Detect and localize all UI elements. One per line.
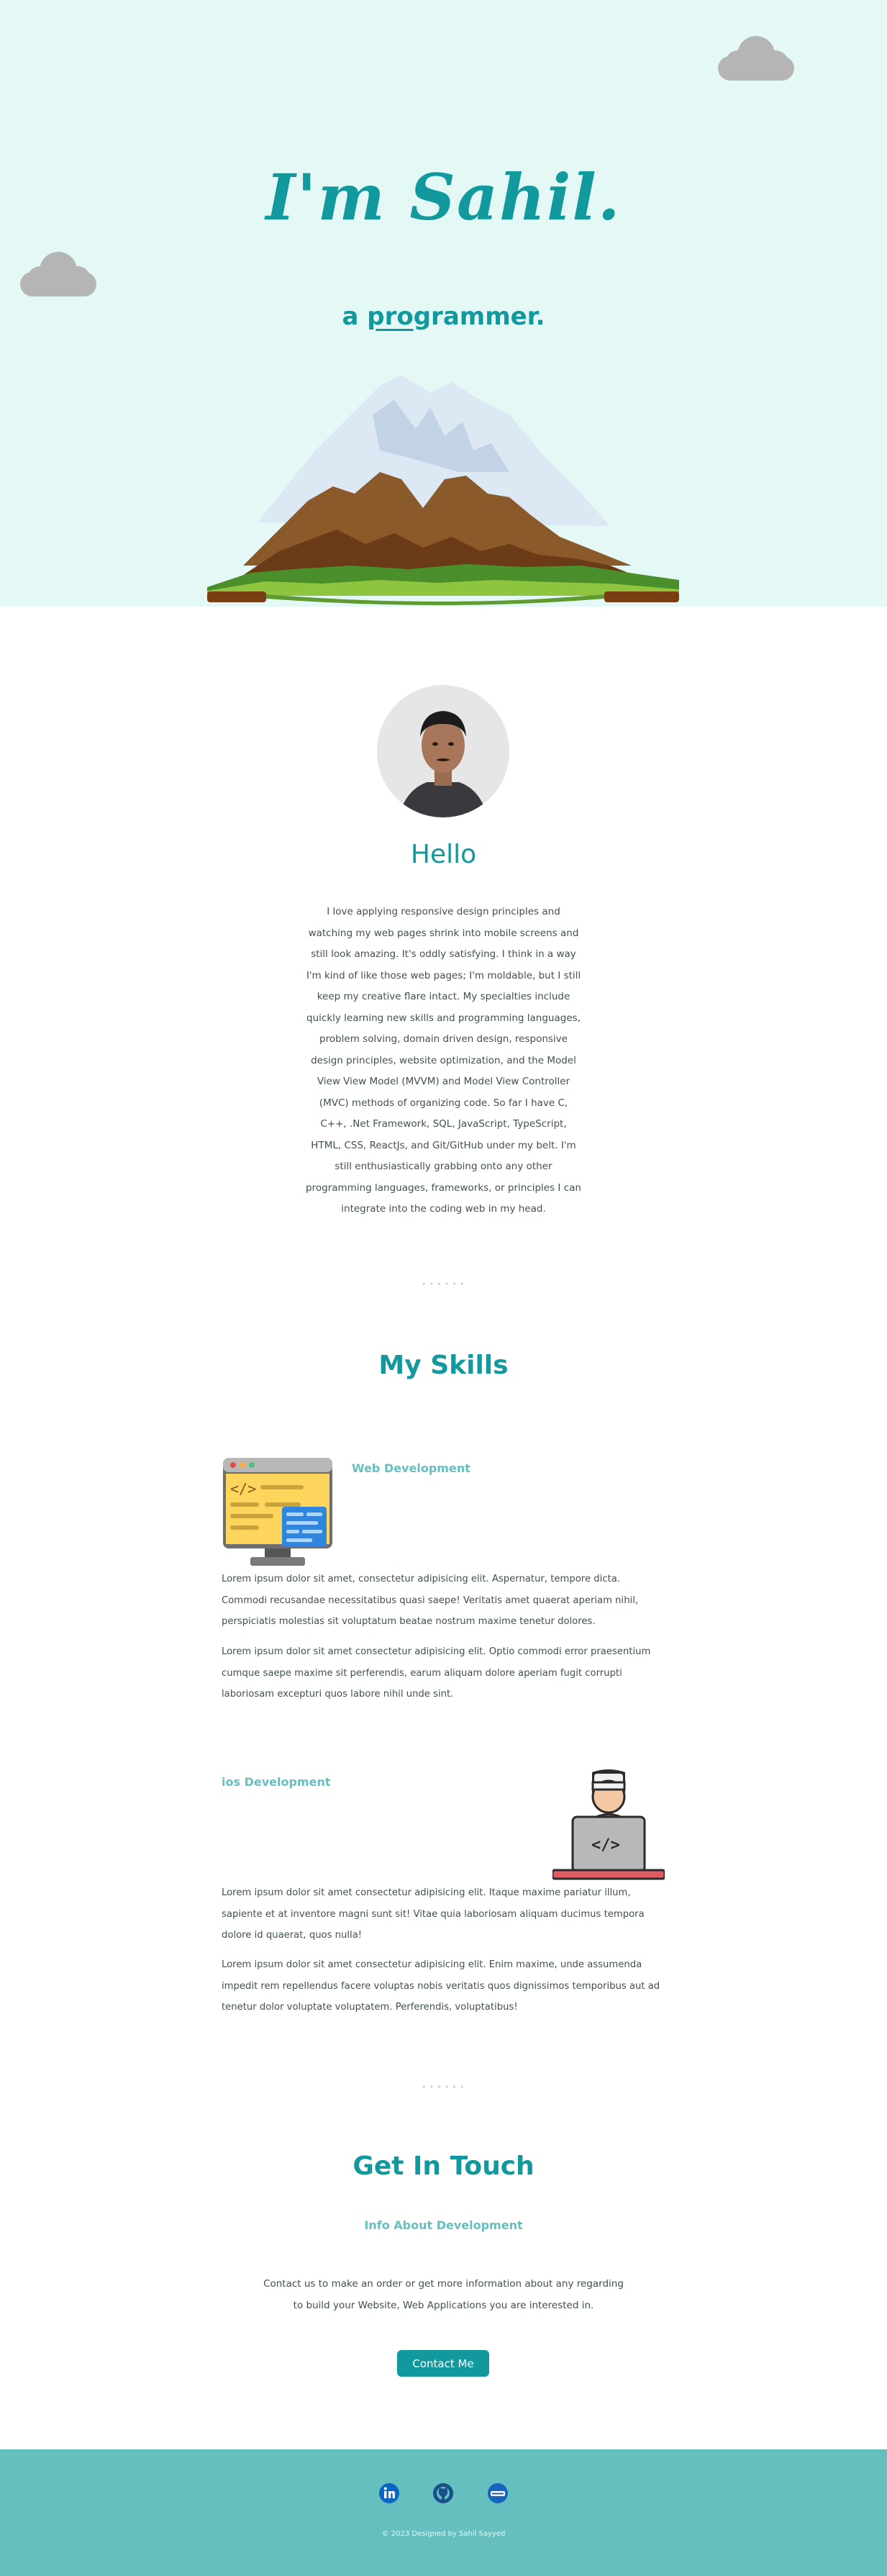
subtitle-rest: grammer. [413,302,545,331]
copyright: © 2023 Designed by Sahil Sayyed [381,2530,506,2538]
mountain-illustration [207,375,679,605]
hello-heading: Hello [410,840,477,869]
github-icon[interactable] [432,2482,454,2504]
contact-text: Contact us to make an order or get more … [263,2278,624,2311]
svg-text:</>: </> [230,1480,256,1497]
programmer-laptop-icon: </> [552,1769,665,1880]
hero-subtitle: a programmer. [0,302,887,331]
subtitle-prefix: a [342,302,368,331]
code-monitor-icon: </> [223,1458,332,1566]
linkedin-icon[interactable] [378,2482,400,2504]
skill-ios-paragraph-2: Lorem ipsum dolor sit amet consectetur a… [222,1959,660,2013]
codepen-icon[interactable] [487,2482,509,2504]
contact-me-button[interactable]: Contact Me [397,2350,489,2377]
hero-section: I'm Sahil. a programmer. [0,0,887,607]
skill-web-paragraph-1: Lorem ipsum dolor sit amet, consectetur … [222,1574,639,1627]
skills-heading: My Skills [378,1351,509,1380]
profile-photo [377,685,509,817]
avatar [377,685,509,817]
about-text: I love applying responsive design princi… [306,906,581,1215]
divider-dots [420,1282,466,1285]
svg-text:</>: </> [591,1836,620,1854]
contact-subheading: Info About Development [364,2218,523,2232]
cloud-icon [20,252,96,296]
contact-heading: Get In Touch [352,2151,535,2181]
skill-ios-paragraph-1: Lorem ipsum dolor sit amet consectetur a… [222,1887,645,1941]
subtitle-underlined: pro [367,302,414,331]
skill-title-web: Web Development [352,1461,470,1475]
skill-web-paragraph-2: Lorem ipsum dolor sit amet consectetur a… [222,1646,651,1700]
skill-title-ios: ios Development [222,1775,331,1789]
cloud-icon [718,36,794,81]
hero-title: I'm Sahil. [265,160,622,235]
footer: © 2023 Designed by Sahil Sayyed [0,2449,887,2576]
divider-dots [420,2085,466,2088]
